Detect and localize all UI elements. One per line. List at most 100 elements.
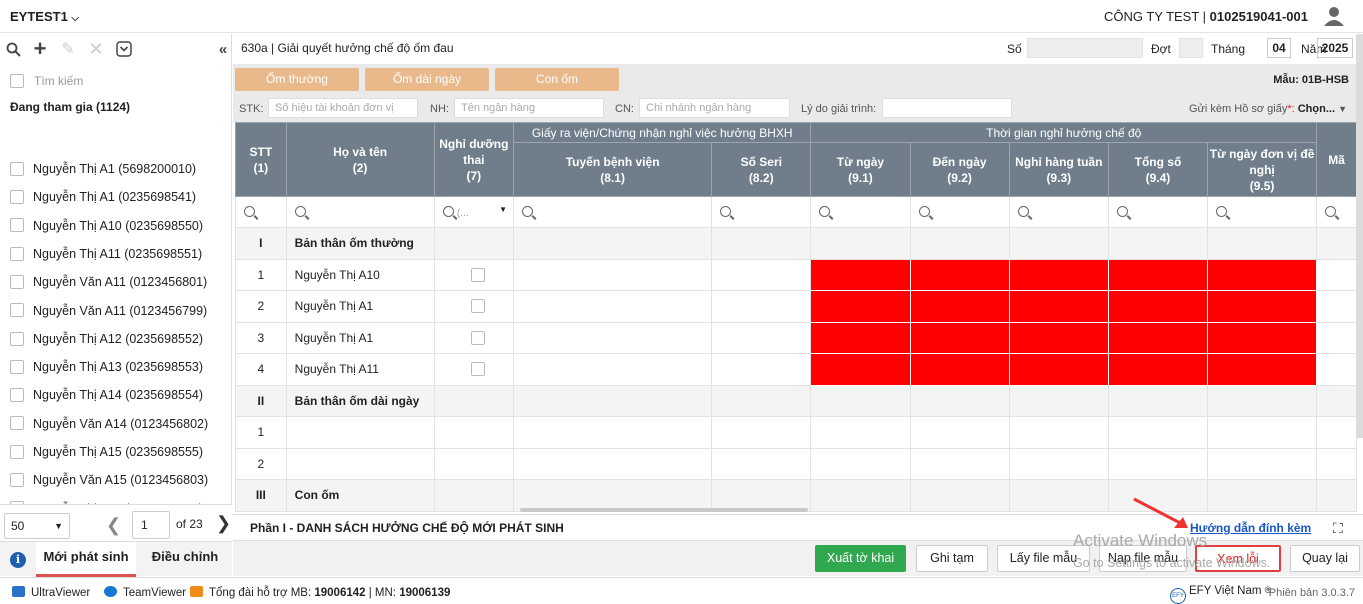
sidebar-search[interactable]: Tìm kiếm [8,70,224,92]
horizontal-scrollbar[interactable] [520,508,808,512]
item-checkbox[interactable] [10,359,24,374]
add-icon[interactable]: + [31,36,49,61]
col-sub: (9.2) [947,170,972,185]
group-row[interactable]: II Bản thân ốm dài ngày [235,384,1357,417]
chip-con-om[interactable]: Con ốm [495,68,619,91]
item-checkbox[interactable] [10,473,24,487]
item-checkbox[interactable] [10,161,24,176]
nh-input[interactable]: Tên ngân hàng [454,98,604,118]
ultraviewer-link[interactable]: UltraViewer [12,586,90,599]
col-sub: (2) [352,160,368,175]
employee-list-item[interactable]: Nguyễn Thị A12 (0235698552) [10,328,203,350]
filter-cell[interactable] [235,196,287,228]
employee-list-item[interactable]: Nguyễn Văn A15 (0123456803) [10,469,208,491]
select-all-checkbox[interactable] [10,74,24,88]
back-button[interactable]: Quay lại [1290,545,1360,572]
employee-list-item[interactable]: Nguyễn Thị A11 (0235698551) [10,243,202,265]
col-label: STT [249,144,273,159]
cn-input[interactable]: Chi nhánh ngân hàng [639,98,790,118]
item-checkbox[interactable] [10,246,24,261]
employee-list-item[interactable]: Nguyễn Thị A1 (5698200010) [10,158,196,180]
filter-cell[interactable] [711,196,812,228]
lydo-input[interactable] [882,98,1012,118]
table-row[interactable]: 1 [235,416,1357,449]
thang-input[interactable]: 04 [1267,38,1291,58]
export-button[interactable]: Xuất tờ khai [815,545,906,572]
attach-select[interactable]: Gửi kèm Hồ sơ giấy*: Chọn... ▼ [1189,103,1347,115]
employee-label: Nguyễn Thị A1 (0235698541) [33,190,197,205]
item-checkbox[interactable] [10,388,24,403]
item-checkbox[interactable] [10,331,24,346]
table-cell [1207,384,1318,417]
table-row[interactable]: 3 Nguyễn Thị A1 [235,321,1357,354]
guide-link[interactable]: Hướng dẫn đính kèm [1190,521,1311,535]
filter-cell[interactable] [1008,196,1109,228]
next-page-icon[interactable]: ❯ [216,513,231,534]
filter-cell[interactable] [1107,196,1209,228]
teamviewer-link[interactable]: TeamViewer [104,586,186,599]
collapse-sidebar-icon[interactable]: « [214,40,232,58]
tab-new[interactable]: Mới phát sinh [36,542,136,577]
item-checkbox[interactable] [10,190,24,204]
nghi-duong-thai-checkbox[interactable] [470,330,485,345]
item-checkbox[interactable] [10,274,24,289]
so-input[interactable] [1027,38,1143,58]
prev-page-icon[interactable]: ❮ [106,515,121,536]
stt-cell: I [235,227,287,260]
employee-list-item[interactable]: Nguyễn Thị A15 (0235698555) [10,441,203,463]
nam-input[interactable]: 2025 [1317,38,1353,58]
filter-cell[interactable] [810,196,911,228]
stk-input[interactable]: Số hiệu tài khoản đơn vị [268,98,418,118]
filter-cell[interactable] [285,196,435,228]
employee-list-item[interactable]: Nguyễn Thị A13 (0235698553) [10,356,203,378]
page-input[interactable]: 1 [132,511,170,539]
total-pages: 23 [189,517,203,531]
nghi-duong-thai-checkbox[interactable] [470,267,485,282]
employee-list-item[interactable]: Nguyễn Thị A14 (0235698554) [10,384,203,406]
filter-cell[interactable] [513,196,713,228]
tenant-selector[interactable]: EYTEST1 ⌵ [10,9,79,24]
filter-cell[interactable] [909,196,1010,228]
employee-list-item[interactable]: Nguyễn Văn A11 (0123456801) [10,271,207,293]
filter-cell[interactable] [1207,196,1318,228]
table-cell [1316,321,1357,354]
col-header: Tuyến bệnh viện (8.1) [513,142,713,197]
nghi-duong-thai-checkbox[interactable] [470,299,485,314]
item-checkbox[interactable] [10,218,24,233]
error-cell [909,353,1010,386]
nghi-duong-thai-checkbox[interactable] [470,362,485,377]
employee-list-item[interactable]: Nguyễn Văn A11 (0123456799) [10,300,207,322]
table-cell [513,290,713,323]
tab-adjust[interactable]: Điều chỉnh [140,542,230,577]
chip-om-thuong[interactable]: Ốm thường [235,68,359,91]
filter-select[interactable]: (... [457,208,469,219]
dropdown-box-icon[interactable] [115,40,133,58]
vertical-scrollbar[interactable] [1356,34,1363,438]
table-row[interactable]: 2 Nguyễn Thị A1 [235,290,1357,323]
filter-cell[interactable] [1316,196,1357,228]
item-checkbox[interactable] [10,416,24,431]
item-checkbox[interactable] [10,444,24,459]
page-size-select[interactable]: 50 ▼ [4,513,70,539]
dot-input[interactable] [1179,38,1203,58]
save-draft-button[interactable]: Ghi tạm [916,545,988,572]
table-row[interactable]: 1 Nguyễn Thị A10 [235,258,1357,291]
employee-list-item[interactable]: Nguyễn Thị A1 (0235698541) [10,186,196,208]
employee-list-item[interactable]: Nguyễn Văn A14 (0123456802) [10,413,208,435]
hotline-label: Tổng đài hỗ trợ MB: [209,587,312,599]
expand-icon[interactable]: ⛶ [1333,520,1343,537]
info-icon[interactable]: i [10,552,26,568]
group-row[interactable]: I Bản thân ốm thường [235,227,1357,260]
employee-list-item[interactable]: Nguyễn Thị A10 (0235698550) [10,215,203,237]
delete-icon[interactable]: ✕ [87,39,105,59]
user-icon[interactable] [1323,6,1345,26]
stt-cell: 1 [235,416,287,449]
filter-cell[interactable]: (... ▼ [433,196,515,228]
table-row[interactable]: 4 Nguyễn Thị A11 [235,353,1357,386]
stt-cell: 2 [235,290,287,323]
item-checkbox[interactable] [10,303,24,318]
edit-icon[interactable]: ✎ [59,40,77,58]
chip-om-dai-ngay[interactable]: Ốm dài ngày [365,68,489,91]
table-row[interactable]: 2 [235,447,1357,480]
search-icon[interactable] [4,40,22,58]
